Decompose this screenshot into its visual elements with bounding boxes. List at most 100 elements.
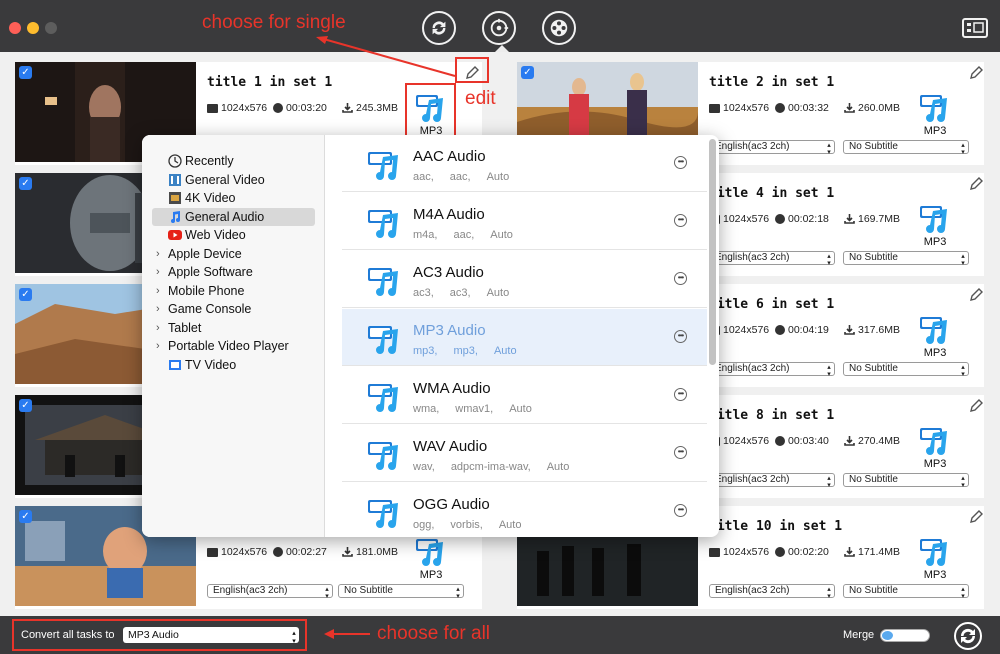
mp3-format-icon: [920, 95, 947, 122]
more-options-icon[interactable]: •••: [674, 214, 687, 227]
output-format-button[interactable]: MP3: [917, 203, 953, 248]
format-codec: aac,: [449, 171, 471, 183]
format-container: m4a,: [413, 229, 438, 241]
format-container: ogg,: [413, 519, 435, 531]
task-checkbox[interactable]: ✓: [19, 399, 32, 412]
category-recently[interactable]: Recently: [152, 152, 315, 170]
active-tab-indicator: [495, 45, 509, 52]
category-game-console[interactable]: › Game Console: [152, 300, 315, 318]
task-title: title 4 in set 1: [709, 186, 835, 201]
format-item-mp3[interactable]: MP3 Audio mp3, mp3, Auto •••: [342, 309, 707, 366]
file-size-icon: [844, 103, 855, 113]
output-format-button[interactable]: MP3: [413, 536, 449, 581]
edit-pencil-icon[interactable]: [968, 287, 984, 303]
audio-track-select[interactable]: English(ac3 2ch): [709, 251, 835, 266]
task-checkbox[interactable]: ✓: [19, 177, 32, 190]
subtitle-select[interactable]: No Subtitle: [843, 140, 969, 155]
format-item-wma[interactable]: WMA Audio wma, wmav1, Auto •••: [342, 367, 707, 424]
category-mobile-phone[interactable]: › Mobile Phone: [152, 282, 315, 300]
format-item-m4a[interactable]: M4A Audio m4a, aac, Auto •••: [342, 193, 707, 250]
audio-track-select[interactable]: English(ac3 2ch): [709, 140, 835, 155]
format-codec: vorbis,: [450, 519, 483, 531]
annotation-edit-box: [455, 57, 489, 83]
film-icon: [169, 174, 181, 186]
resolution: 1024x576: [723, 546, 770, 558]
more-options-icon[interactable]: •••: [674, 272, 687, 285]
video-reel-button[interactable]: [542, 11, 576, 45]
resolution: 1024x576: [723, 435, 770, 447]
more-options-icon[interactable]: •••: [674, 504, 687, 517]
subtitle-select[interactable]: No Subtitle: [843, 584, 969, 599]
format-label: MP3: [923, 236, 947, 248]
format-list-scrollbar[interactable]: [709, 139, 716, 365]
edit-pencil-icon[interactable]: [968, 176, 984, 192]
duration: 00:03:20: [286, 102, 327, 114]
task-checkbox[interactable]: ✓: [19, 66, 32, 79]
more-options-icon[interactable]: •••: [674, 446, 687, 459]
format-name: AC3 Audio: [413, 264, 484, 281]
subtitle-select[interactable]: No Subtitle: [843, 362, 969, 377]
category-tablet[interactable]: › Tablet: [152, 319, 315, 337]
subtitle-select[interactable]: No Subtitle: [338, 584, 464, 599]
output-format-button[interactable]: MP3: [917, 314, 953, 359]
format-item-ogg[interactable]: OGG Audio ogg, vorbis, Auto •••: [342, 483, 707, 537]
task-checkbox[interactable]: ✓: [521, 66, 534, 79]
convert-button[interactable]: [954, 622, 982, 650]
more-options-icon[interactable]: •••: [674, 156, 687, 169]
output-format-button[interactable]: MP3: [917, 92, 953, 137]
subtitle-select[interactable]: No Subtitle: [843, 473, 969, 488]
format-name: OGG Audio: [413, 496, 490, 513]
output-format-button[interactable]: MP3: [917, 425, 953, 470]
film-export-icon[interactable]: [962, 18, 988, 38]
task-title: title 6 in set 1: [709, 297, 835, 312]
clock-icon: [775, 214, 785, 224]
subtitle-select[interactable]: No Subtitle: [843, 251, 969, 266]
format-name: WMA Audio: [413, 380, 491, 397]
disc-convert-button[interactable]: [482, 11, 516, 45]
edit-pencil-icon[interactable]: [968, 398, 984, 414]
format-quality: Auto: [509, 403, 532, 415]
audio-track-select[interactable]: English(ac3 2ch): [207, 584, 333, 599]
annotation-arrow-single: [316, 36, 456, 77]
output-format-button[interactable]: MP3: [917, 536, 953, 581]
mp3-format-icon: [920, 317, 947, 344]
category-portable-video-player[interactable]: › Portable Video Player: [152, 337, 315, 355]
more-options-icon[interactable]: •••: [674, 388, 687, 401]
format-item-aac[interactable]: AAC Audio aac, aac, Auto •••: [342, 135, 707, 192]
format-item-wav[interactable]: WAV Audio wav, adpcm-ima-wav, Auto •••: [342, 425, 707, 482]
category-apple-device[interactable]: › Apple Device: [152, 245, 315, 263]
resolution-icon: [207, 103, 218, 113]
category-general-video[interactable]: General Video: [152, 171, 315, 189]
zoom-window-button[interactable]: [45, 22, 57, 34]
task-checkbox[interactable]: ✓: [19, 288, 32, 301]
merge-toggle[interactable]: [880, 629, 930, 642]
convert-all-select[interactable]: MP3 Audio: [123, 627, 299, 645]
ogg-format-icon: [368, 500, 398, 528]
edit-pencil-icon[interactable]: [968, 509, 984, 525]
clock-icon: [273, 547, 283, 557]
more-options-icon[interactable]: •••: [674, 330, 687, 343]
audio-track-select[interactable]: English(ac3 2ch): [709, 362, 835, 377]
file-size-icon: [844, 436, 855, 446]
minimize-window-button[interactable]: [27, 22, 39, 34]
category-apple-software[interactable]: › Apple Software: [152, 263, 315, 281]
music-note-icon: [171, 211, 180, 223]
category-web-video[interactable]: Web Video: [152, 226, 315, 244]
format-item-ac3[interactable]: AC3 Audio ac3, ac3, Auto •••: [342, 251, 707, 308]
file-size-icon: [844, 325, 855, 335]
category-4k-video[interactable]: 4K Video: [152, 189, 315, 207]
file-size: 270.4MB: [858, 435, 901, 447]
task-checkbox[interactable]: ✓: [19, 510, 32, 523]
annotation-format-box: [405, 83, 456, 139]
category-general-audio[interactable]: General Audio: [152, 208, 315, 226]
edit-pencil-icon[interactable]: [968, 65, 984, 81]
category-tv-video[interactable]: TV Video: [152, 356, 315, 374]
annotation-arrow-all: [324, 629, 370, 639]
audio-track-select[interactable]: English(ac3 2ch): [709, 473, 835, 488]
category-list: Recently General Video 4K Video General …: [142, 135, 325, 537]
audio-track-select[interactable]: English(ac3 2ch): [709, 584, 835, 599]
close-window-button[interactable]: [9, 22, 21, 34]
file-size-icon: [342, 547, 353, 557]
format-quality: Auto: [490, 229, 513, 241]
task-title: title 8 in set 1: [709, 408, 835, 423]
